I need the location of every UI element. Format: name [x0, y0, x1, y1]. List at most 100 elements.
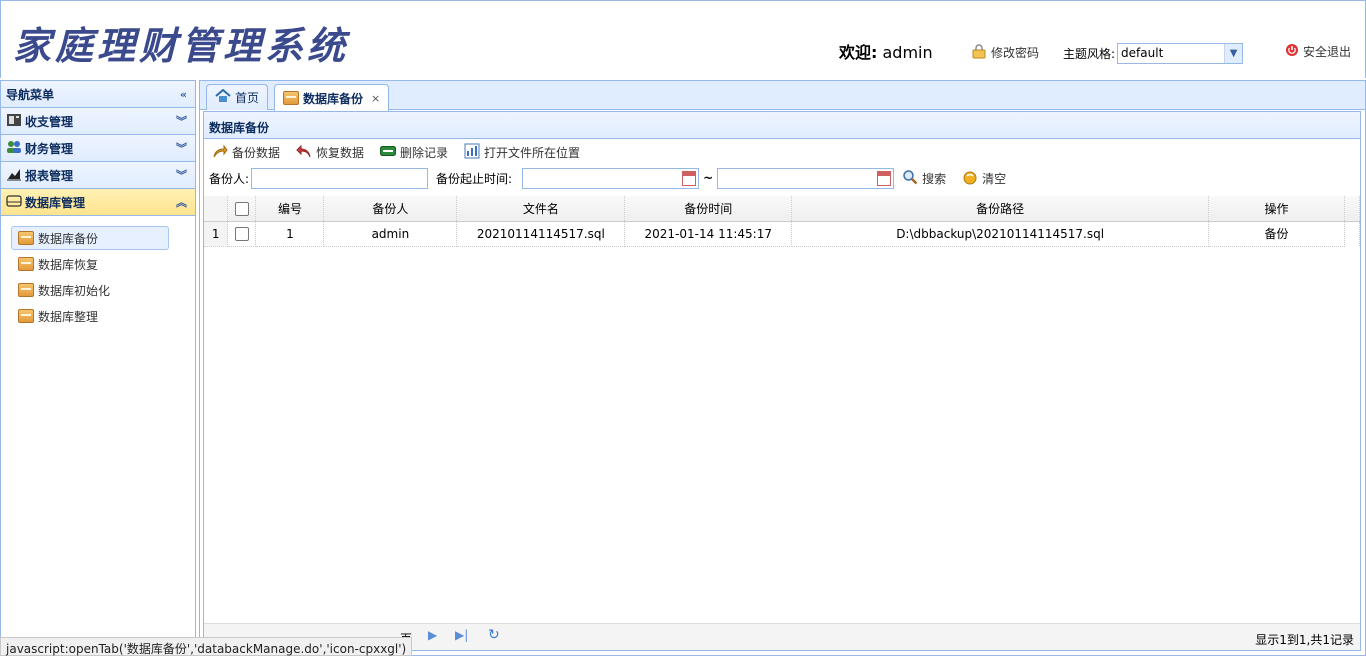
range-separator: ~ [703, 171, 714, 185]
sidebar-group-label: 收支管理 [25, 114, 74, 129]
delete-label: 删除记录 [400, 145, 449, 160]
tab-home[interactable]: 首页 [206, 84, 269, 110]
sidebar-item-label: 数据库恢复 [38, 257, 99, 272]
tab-bar: 首页 数据库备份 × [200, 81, 1365, 111]
row-checkbox[interactable] [234, 226, 249, 241]
panel-title: 数据库备份 [204, 112, 1360, 139]
column-header[interactable]: 备份人 [323, 196, 458, 222]
column-header[interactable]: 备份路径 [791, 196, 1210, 222]
delete-button[interactable]: 删除记录 [380, 144, 448, 161]
lock-icon [971, 43, 987, 62]
backup-label: 备份数据 [232, 145, 281, 160]
select-all-checkbox[interactable] [234, 201, 249, 216]
sidebar-group-finance[interactable]: 财务管理 ︾ [1, 135, 195, 162]
sidebar-item-db-init[interactable]: 数据库初始化 [11, 278, 169, 302]
welcome-text: 欢迎: admin [839, 39, 933, 63]
header: 家庭理财管理系统 欢迎: admin 修改密码 主题风格: default ▼ … [0, 0, 1366, 78]
backup-grid: 编号 备份人 文件名 备份时间 备份路径 操作 1 1 admin 202101… [204, 196, 1361, 596]
box-icon [18, 283, 34, 297]
sidebar-item-db-backup[interactable]: 数据库备份 [11, 226, 169, 250]
calendar-icon[interactable] [877, 170, 892, 186]
column-header[interactable]: 备份时间 [624, 196, 793, 222]
open-location-label: 打开文件所在位置 [484, 145, 581, 160]
open-location-button[interactable]: 打开文件所在位置 [464, 143, 580, 162]
sidebar-item-db-organize[interactable]: 数据库整理 [11, 304, 169, 328]
restore-button[interactable]: 恢复数据 [296, 143, 364, 162]
backup-panel: 数据库备份 备份数据 恢复数据 删除记录 打开文件所在位置 备份人: 备份起止时 [203, 111, 1361, 651]
theme-label: 主题风格: [1063, 47, 1116, 61]
column-header[interactable]: 编号 [255, 196, 325, 222]
pager-info: 显示1到1,共1记录 [1255, 633, 1354, 647]
bar-chart-icon [464, 143, 480, 162]
main-area: 首页 数据库备份 × 数据库备份 备份数据 恢复数据 删除记录 打开文件所在位置… [199, 80, 1366, 656]
browser-status-bar: javascript:openTab('数据库备份','databackMana… [0, 637, 413, 656]
row-select-cell [227, 221, 257, 247]
last-page-icon[interactable]: ▶| [455, 628, 468, 642]
sidebar-group-label: 财务管理 [25, 141, 74, 156]
box-icon [18, 257, 34, 271]
table-row[interactable]: 1 1 admin 20210114114517.sql 2021-01-14 … [204, 221, 1361, 247]
sidebar-header[interactable]: 导航菜单 « [1, 81, 195, 108]
chevron-down-icon: ︾ [176, 115, 187, 128]
theme-selector: 主题风格: default ▼ [1063, 43, 1244, 64]
start-date-input[interactable] [522, 167, 700, 189]
cell-action[interactable]: 备份 [1208, 221, 1345, 247]
power-icon [1285, 43, 1299, 60]
theme-value: default [1121, 46, 1164, 60]
chevron-down-icon: ▼ [1224, 44, 1243, 63]
sidebar-item-db-restore[interactable]: 数据库恢复 [11, 252, 169, 276]
backup-button[interactable]: 备份数据 [212, 143, 280, 162]
chevron-up-icon: ︽ [176, 196, 187, 209]
search-row: 备份人: 备份起止时间: ~ 搜索 清空 [204, 165, 1360, 191]
sidebar-group-reports[interactable]: 报表管理 ︾ [1, 162, 195, 189]
logout-link[interactable]: 安全退出 [1285, 43, 1351, 60]
theme-select[interactable]: default ▼ [1117, 43, 1244, 64]
undo-icon [296, 143, 312, 162]
sidebar-group-income[interactable]: 收支管理 ︾ [1, 108, 195, 135]
username: admin [882, 43, 933, 62]
collapse-left-icon[interactable]: « [180, 88, 187, 101]
person-input[interactable] [251, 167, 429, 189]
toolbar: 备份数据 恢复数据 删除记录 打开文件所在位置 [204, 139, 1360, 165]
next-page-icon[interactable]: ▶ [428, 628, 437, 642]
change-password-label: 修改密码 [991, 46, 1040, 60]
sidebar-group-database[interactable]: 数据库管理 ︽ [1, 189, 195, 216]
search-label: 搜索 [922, 171, 947, 186]
sidebar-group-label: 数据库管理 [25, 195, 86, 210]
column-header[interactable]: 操作 [1208, 196, 1345, 222]
refresh-icon[interactable]: ↻ [488, 627, 500, 643]
clear-button[interactable]: 清空 [962, 169, 1006, 188]
sidebar-item-label: 数据库备份 [38, 231, 99, 246]
select-all-header [227, 196, 257, 222]
column-header[interactable]: 文件名 [456, 196, 626, 222]
scroll-spacer [1344, 196, 1361, 222]
row-number: 1 [204, 221, 229, 247]
row-number-header [204, 196, 229, 222]
end-date-input[interactable] [717, 167, 895, 189]
person-label: 备份人: [209, 171, 250, 186]
cell-id: 1 [255, 221, 325, 247]
sidebar-item-label: 数据库整理 [38, 309, 99, 324]
change-password-link[interactable]: 修改密码 [971, 43, 1039, 62]
backup-table: 编号 备份人 文件名 备份时间 备份路径 操作 1 1 admin 202101… [204, 196, 1361, 247]
welcome-label: 欢迎: [839, 43, 878, 62]
clear-label: 清空 [982, 171, 1007, 186]
tab-db-backup[interactable]: 数据库备份 × [274, 84, 390, 111]
delete-icon [380, 145, 397, 160]
table-header-row: 编号 备份人 文件名 备份时间 备份路径 操作 [204, 196, 1361, 222]
close-icon[interactable]: × [371, 92, 380, 105]
cell-time: 2021-01-14 11:45:17 [624, 221, 793, 247]
cell-path: D:\dbbackup\20210114114517.sql [791, 221, 1210, 247]
clear-icon [962, 169, 978, 188]
sidebar: 导航菜单 « 收支管理 ︾ 财务管理 ︾ 报表管理 ︾ 数据库管理 ︽ 数据库备… [0, 80, 196, 656]
sidebar-title: 导航菜单 [6, 87, 55, 102]
register-icon [6, 113, 22, 130]
backup-icon [212, 143, 228, 162]
scroll-spacer [1344, 221, 1361, 246]
search-button[interactable]: 搜索 [902, 169, 946, 188]
restore-label: 恢复数据 [316, 145, 365, 160]
tab-label: 数据库备份 [303, 91, 364, 106]
chevron-down-icon: ︾ [176, 169, 187, 182]
app-title: 家庭理财管理系统 [13, 23, 350, 68]
calendar-icon[interactable] [682, 170, 697, 186]
